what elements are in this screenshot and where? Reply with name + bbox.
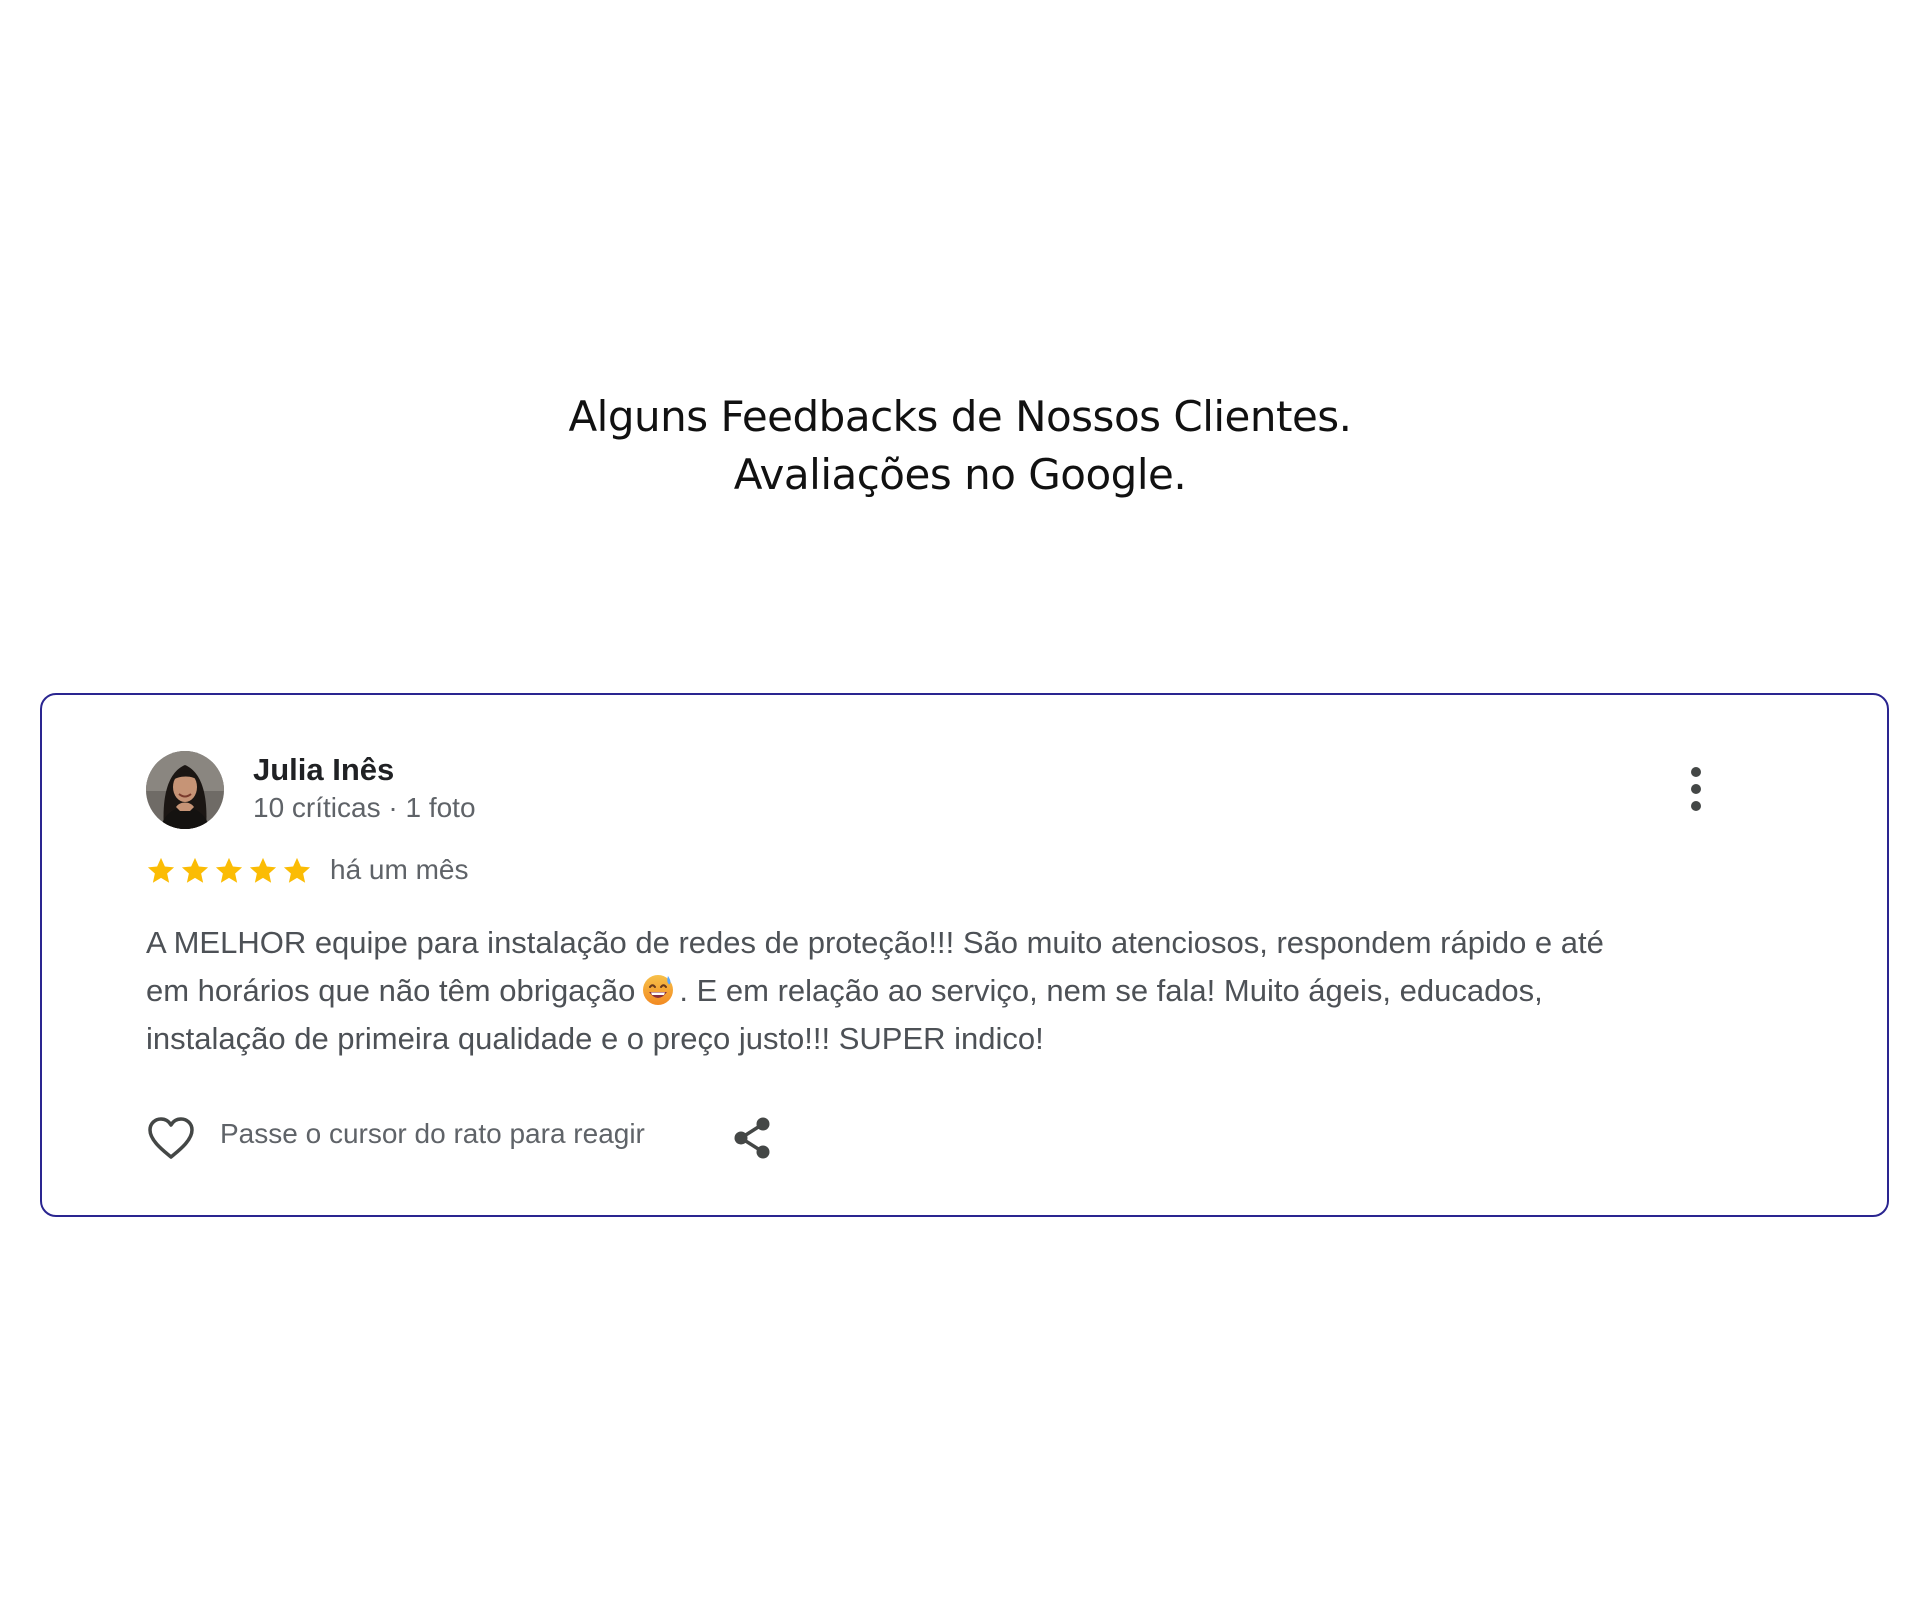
star-icon (249, 857, 277, 883)
more-vertical-icon (1691, 767, 1701, 811)
avatar-photo (146, 751, 224, 829)
reviewer-name[interactable]: Julia Inês (253, 752, 394, 788)
star-icon (215, 857, 243, 883)
review-text-line-3: instalação de primeira qualidade e o pre… (146, 1021, 1044, 1056)
more-options-button[interactable] (1682, 765, 1710, 813)
star-rating (145, 855, 313, 887)
react-button[interactable] (146, 1115, 196, 1161)
react-hint: Passe o cursor do rato para reagir (220, 1118, 645, 1149)
section-heading: Alguns Feedbacks de Nossos Clientes. Ava… (0, 388, 1920, 504)
review-text-line-2-end: . E em relação ao serviço, nem se fala! … (679, 973, 1543, 1008)
review-text-line-2: em horários que não têm obrigação . E em… (146, 967, 1766, 1015)
avatar[interactable] (146, 751, 224, 829)
review-text-line-2-start: em horários que não têm obrigação (146, 973, 636, 1008)
heading-line-google-reviews: Avaliações no Google. (733, 450, 1187, 499)
review-text-line-1: A MELHOR equipe para instalação de redes… (146, 925, 1604, 960)
share-button[interactable] (730, 1115, 774, 1161)
reviewer-meta: 10 críticas · 1 foto (253, 792, 476, 823)
review-card: Julia Inês 10 críticas · 1 foto há um mê… (40, 693, 1889, 1217)
heart-outline-icon (148, 1117, 194, 1159)
star-icon (147, 857, 175, 883)
star-icon (181, 857, 209, 883)
review-text: A MELHOR equipe para instalação de redes… (146, 919, 1766, 1063)
heading-line-feedbacks: Alguns Feedbacks de Nossos Clientes. (568, 392, 1352, 441)
review-date: há um mês (330, 854, 469, 885)
smiling-face-with-sweat-emoji (643, 975, 674, 1005)
star-icon (283, 857, 311, 883)
share-icon (734, 1117, 770, 1159)
